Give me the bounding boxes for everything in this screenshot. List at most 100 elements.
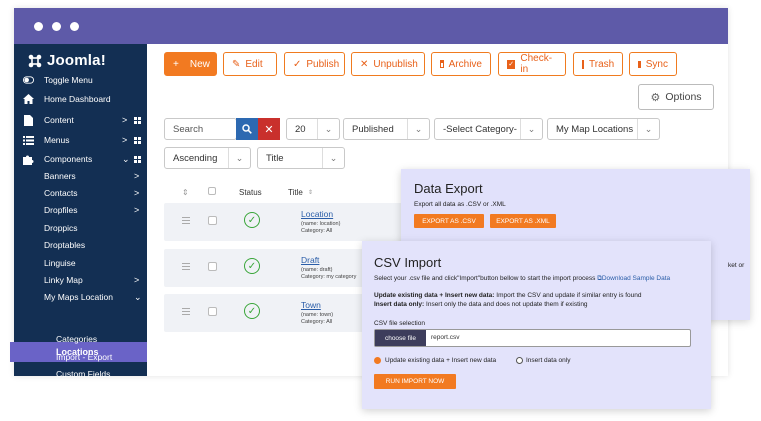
- sidebar-item-linguise[interactable]: Linguise: [14, 254, 147, 272]
- archive-button[interactable]: Archive: [431, 52, 491, 76]
- chevron-down-icon: ⌄: [134, 291, 142, 302]
- row-checkbox[interactable]: [208, 262, 217, 271]
- sidebar-item-toggle-menu[interactable]: Toggle Menu: [14, 71, 147, 89]
- window-dot-icon[interactable]: [70, 22, 79, 31]
- sidebar-item-custom-fields[interactable]: Custom Fields: [14, 365, 147, 383]
- drag-handle-icon[interactable]: [182, 217, 190, 224]
- import-option1-help: Update existing data + Insert new data: …: [374, 292, 642, 299]
- select-all-checkbox[interactable]: [208, 187, 216, 195]
- edit-button[interactable]: ✎ Edit: [223, 52, 277, 76]
- sidebar-item-content[interactable]: Content >: [14, 111, 147, 129]
- checkin-button[interactable]: ✓ Check-in: [498, 52, 566, 76]
- import-title: CSV Import: [374, 255, 442, 270]
- state-select[interactable]: Published ⌄: [343, 118, 430, 140]
- row-name: (name: location): [301, 221, 341, 227]
- chevron-down-icon: ⌄: [637, 119, 659, 139]
- import-description-text: Select your .csv file and click"Import"b…: [374, 275, 596, 282]
- radio-insert-only[interactable]: [516, 357, 523, 364]
- run-import-button[interactable]: RUN IMPORT NOW: [374, 374, 456, 389]
- category-select[interactable]: -Select Category- ⌄: [434, 118, 543, 140]
- brand-name: Joomla!: [47, 52, 106, 69]
- sidebar-item-home-dashboard[interactable]: Home Dashboard: [14, 90, 147, 108]
- row-checkbox[interactable]: [208, 216, 217, 225]
- option2-help-text: Insert only the data and does not update…: [424, 301, 588, 308]
- limit-select[interactable]: 20 ⌄: [286, 118, 340, 140]
- sidebar-item-dropfiles[interactable]: Dropfiles >: [14, 201, 147, 219]
- sidebar-item-contacts[interactable]: Contacts >: [14, 184, 147, 202]
- sidebar-item-droptables[interactable]: Droptables: [14, 236, 147, 254]
- choose-file-button[interactable]: choose file: [375, 330, 426, 346]
- sidebar-item-components[interactable]: Components ⌄: [14, 150, 147, 168]
- published-status-icon[interactable]: ✓: [244, 303, 260, 319]
- unpublish-button[interactable]: ✕ Unpublish: [351, 52, 425, 76]
- export-csv-button[interactable]: EXPORT AS .CSV: [414, 214, 484, 228]
- window-dot-icon[interactable]: [34, 22, 43, 31]
- close-icon: ✕: [264, 123, 274, 136]
- check-icon: ✓: [293, 58, 302, 70]
- chevron-right-icon: >: [134, 275, 140, 285]
- new-button[interactable]: + New: [164, 52, 217, 76]
- drag-handle-icon[interactable]: [182, 308, 190, 315]
- search-button[interactable]: [236, 118, 258, 140]
- sidebar-item-banners[interactable]: Banners >: [14, 167, 147, 185]
- checkbox-icon: ✓: [507, 59, 516, 69]
- published-status-icon[interactable]: ✓: [244, 258, 260, 274]
- logo[interactable]: Joomla!: [28, 52, 106, 69]
- clear-search-button[interactable]: ✕: [258, 118, 280, 140]
- chevron-right-icon: >: [134, 188, 140, 198]
- sort-icon[interactable]: ⇕: [182, 188, 189, 197]
- row-category: Category: All: [301, 319, 333, 325]
- column-header-status[interactable]: Status: [239, 188, 262, 197]
- sidebar-item-label: Home Dashboard: [44, 94, 111, 104]
- options-button[interactable]: ⚙ Options: [638, 84, 714, 110]
- sidebar-item-label: Menus: [44, 135, 70, 145]
- order-field-select[interactable]: Title ⌄: [257, 147, 345, 169]
- row-title-link[interactable]: Town: [301, 300, 321, 310]
- new-button-label: New: [189, 58, 210, 70]
- chevron-down-icon: ⌄: [520, 119, 542, 139]
- map-select[interactable]: My Map Locations ⌄: [547, 118, 660, 140]
- sidebar-item-menus[interactable]: Menus >: [14, 131, 147, 149]
- search-input[interactable]: Search: [164, 118, 237, 140]
- grid-icon[interactable]: [134, 136, 141, 144]
- radio-insert-only-label: Insert data only: [526, 357, 571, 364]
- table-row[interactable]: ✓ Location (name: location) Category: Al…: [164, 203, 426, 241]
- sidebar-item-linky-map[interactable]: Linky Map >: [14, 271, 147, 289]
- sidebar-item-my-maps-location[interactable]: My Maps Location ⌄: [14, 288, 147, 306]
- option1-help-bold: Update existing data + Insert new data:: [374, 292, 495, 299]
- window-dot-icon[interactable]: [52, 22, 61, 31]
- order-direction-select[interactable]: Ascending ⌄: [164, 147, 251, 169]
- sidebar-item-label: Linky Map: [44, 275, 83, 285]
- published-status-icon[interactable]: ✓: [244, 212, 260, 228]
- grid-icon[interactable]: [134, 155, 141, 163]
- grid-icon[interactable]: [134, 116, 141, 124]
- row-checkbox[interactable]: [208, 307, 217, 316]
- csv-import-panel: CSV Import Select your .csv file and cli…: [362, 241, 711, 409]
- trash-icon: [582, 59, 584, 69]
- row-title-link[interactable]: Draft: [301, 255, 319, 265]
- chevron-down-icon: ⌄: [122, 153, 130, 164]
- chevron-down-icon: ⌄: [407, 119, 429, 139]
- sidebar-item-categories[interactable]: Categories: [14, 330, 147, 348]
- sort-icon[interactable]: ⇕: [308, 189, 313, 196]
- download-sample-link[interactable]: ⧉Download Sample Data: [597, 275, 670, 282]
- drag-handle-icon[interactable]: [182, 263, 190, 270]
- chevron-right-icon: >: [134, 205, 140, 215]
- category-value: -Select Category-: [443, 123, 517, 135]
- sidebar-item-import-export[interactable]: Import - Export: [14, 348, 147, 366]
- sync-button[interactable]: Sync: [629, 52, 677, 76]
- publish-button[interactable]: ✓ Publish: [284, 52, 345, 76]
- file-selection-label: CSV file selection: [374, 320, 425, 327]
- sidebar-item-droppics[interactable]: Droppics: [14, 219, 147, 237]
- export-csv-label: EXPORT AS .CSV: [422, 217, 476, 225]
- column-header-title[interactable]: Title: [288, 188, 303, 197]
- row-title-link[interactable]: Location: [301, 209, 333, 219]
- export-xml-button[interactable]: EXPORT AS .XML: [490, 214, 556, 228]
- window-titlebar: [14, 8, 728, 44]
- download-sample-label: Download Sample Data: [601, 275, 671, 282]
- radio-update-insert[interactable]: [374, 357, 381, 364]
- archive-icon: [440, 60, 444, 68]
- sync-button-label: Sync: [645, 58, 668, 70]
- file-input[interactable]: choose file report.csv: [374, 329, 691, 347]
- trash-button[interactable]: Trash: [573, 52, 623, 76]
